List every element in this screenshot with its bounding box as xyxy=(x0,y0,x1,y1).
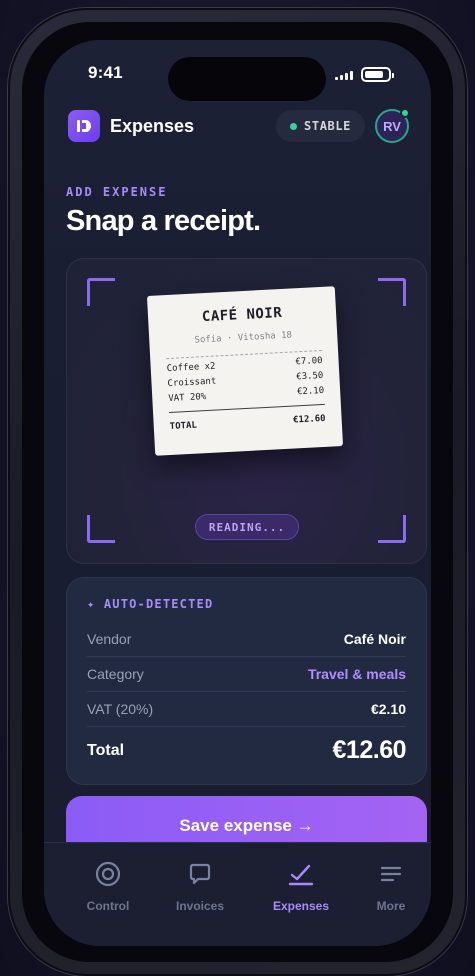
signal-icon xyxy=(335,70,353,80)
app-header: Expenses STABLE RV xyxy=(68,108,410,143)
receipt-address: Sofia · Vitosha 18 xyxy=(194,330,293,346)
status-badge-label: STABLE xyxy=(304,119,351,133)
frame-corner-icon xyxy=(378,515,406,543)
status-dot-icon xyxy=(290,122,298,130)
scan-status-badge: READING... xyxy=(195,514,299,540)
battery-icon xyxy=(361,67,394,82)
tab-bar: Control Invoices Expenses More xyxy=(44,842,431,946)
menu-icon xyxy=(376,859,406,889)
app-title: Expenses xyxy=(110,115,195,136)
total-label: Total xyxy=(87,741,125,759)
detected-row-category[interactable]: Category Travel & meals xyxy=(87,657,406,692)
receipt-line: VAT 20% €2.10 xyxy=(168,385,325,405)
receipt-scanner[interactable]: CAFÉ NOIR Sofia · Vitosha 18 Coffee x2 €7… xyxy=(66,258,427,564)
receipt-preview: CAFÉ NOIR Sofia · Vitosha 18 Coffee x2 €7… xyxy=(146,286,344,456)
frame-corner-icon xyxy=(87,278,115,306)
dynamic-island xyxy=(168,57,326,101)
frame-corner-icon xyxy=(378,278,406,306)
app-logo-icon[interactable] xyxy=(68,110,100,142)
status-icons xyxy=(335,67,394,82)
phone-screen: 9:41 Expenses STABLE RV ADD EXPENSE Snap… xyxy=(44,40,431,946)
page-eyebrow: ADD EXPENSE xyxy=(66,185,168,199)
detected-total: Total €12.60 xyxy=(87,736,407,765)
auto-detected-title: ✦ AUTO-DETECTED xyxy=(87,597,214,611)
detected-row-vendor[interactable]: Vendor Café Noir xyxy=(87,622,406,657)
tab-invoices[interactable]: Invoices xyxy=(155,859,245,913)
auto-detected-card: ✦ AUTO-DETECTED Vendor Café Noir Categor… xyxy=(66,577,427,785)
receipt-total: TOTAL €12.60 xyxy=(169,413,326,433)
tab-control[interactable]: Control xyxy=(63,859,153,913)
avatar-initials: RV xyxy=(383,118,401,134)
online-indicator-icon xyxy=(400,108,410,118)
detected-row-vat[interactable]: VAT (20%) €2.10 xyxy=(87,692,406,727)
status-time: 9:41 xyxy=(88,63,123,82)
avatar[interactable]: RV xyxy=(375,108,410,143)
receipt-vendor: CAFÉ NOIR xyxy=(201,304,283,326)
total-value: €12.60 xyxy=(332,736,407,764)
page-title: Snap a receipt. xyxy=(66,205,261,237)
tab-expenses[interactable]: Expenses xyxy=(256,859,346,913)
chat-bubble-icon xyxy=(185,859,215,889)
frame-corner-icon xyxy=(87,515,115,543)
target-icon xyxy=(93,859,123,889)
status-badge: STABLE xyxy=(276,110,365,142)
check-icon xyxy=(286,859,316,889)
tab-more[interactable]: More xyxy=(346,859,431,913)
